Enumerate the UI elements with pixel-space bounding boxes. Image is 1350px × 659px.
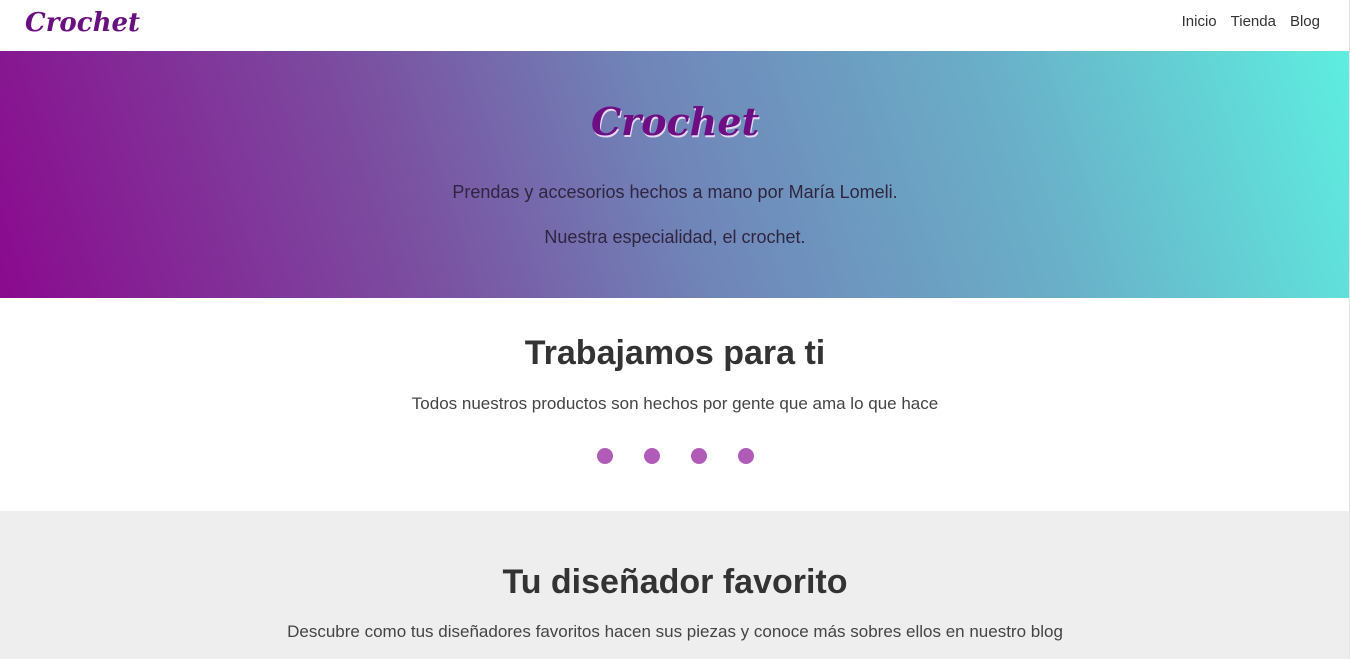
carousel-dot-2[interactable] bbox=[643, 448, 660, 464]
work-subtitle: Todos nuestros productos son hechos por … bbox=[411, 394, 939, 413]
carousel-indicators bbox=[0, 448, 1350, 464]
designer-section: Tu diseñador favorito Descubre como tus … bbox=[0, 511, 1350, 659]
site-logo[interactable]: Crochet bbox=[25, 6, 140, 40]
hero-banner: Crochet Prendas y accesorios hechos a ma… bbox=[0, 51, 1350, 298]
nav-link-tienda[interactable]: Tienda bbox=[1231, 12, 1276, 32]
carousel-dot-4[interactable] bbox=[737, 448, 754, 464]
carousel-dot-3[interactable] bbox=[690, 448, 707, 464]
hero-description: Prendas y accesorios hechos a mano por M… bbox=[452, 182, 898, 202]
work-section: Trabajamos para ti Todos nuestros produc… bbox=[0, 298, 1350, 511]
nav-link-blog[interactable]: Blog bbox=[1290, 12, 1320, 32]
nav-links: Inicio Tienda Blog bbox=[1182, 12, 1320, 32]
navbar: Crochet Inicio Tienda Blog bbox=[0, 0, 1350, 51]
hero-specialty: Nuestra especialidad, el crochet. bbox=[544, 227, 806, 247]
hero-title: Crochet bbox=[590, 99, 760, 144]
designer-subtitle: Descubre como tus diseñadores favoritos … bbox=[287, 622, 1063, 641]
work-title: Trabajamos para ti bbox=[524, 334, 826, 372]
designer-title: Tu diseñador favorito bbox=[502, 563, 848, 601]
nav-link-inicio[interactable]: Inicio bbox=[1182, 12, 1217, 32]
carousel-dot-1[interactable] bbox=[596, 448, 613, 464]
